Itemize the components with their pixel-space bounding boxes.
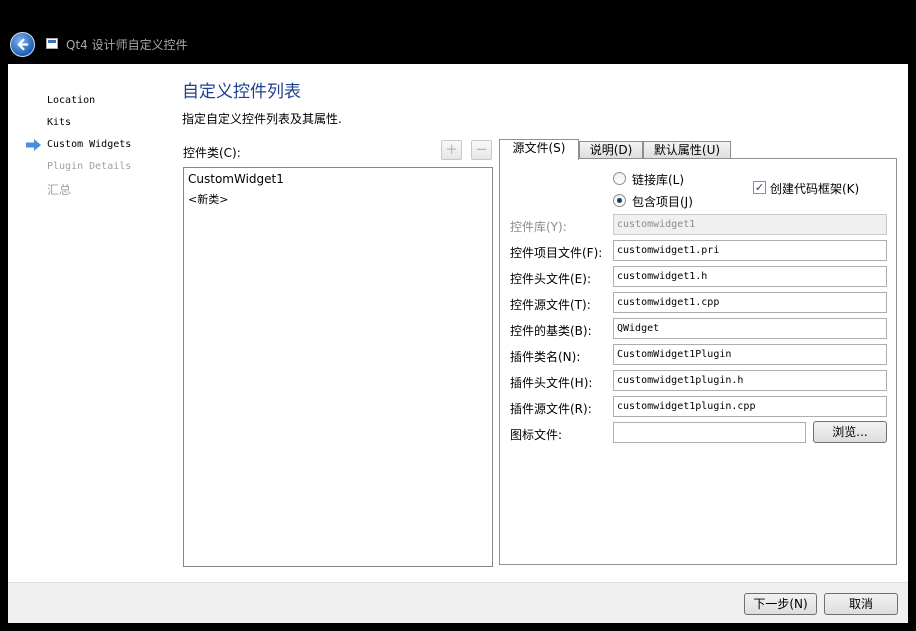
wizard-content: Location Kits Custom Widgets Plugin Deta… <box>8 64 908 582</box>
next-button[interactable]: 下一步(N) <box>744 593 817 615</box>
wizard-steps: Location Kits Custom Widgets Plugin Deta… <box>8 64 168 582</box>
create-skeleton-checkbox[interactable]: ✓ <box>753 181 766 194</box>
window-app-icon <box>46 38 58 49</box>
plugin-class-name-label: 插件类名(N): <box>510 350 581 364</box>
link-library-label: 链接库(L) <box>632 173 685 187</box>
step-custom-widgets: Custom Widgets <box>47 139 132 150</box>
cancel-button[interactable]: 取消 <box>824 593 898 615</box>
link-library-radio[interactable] <box>613 172 626 185</box>
widget-class-label: 控件类(C): <box>183 146 241 160</box>
source-files-panel: 链接库(L) 包含项目(J) ✓ 创建代码框架(K) 控件库(Y): custo… <box>499 158 897 565</box>
step-kits: Kits <box>47 117 72 128</box>
widget-library-field: customwidget1 <box>613 214 887 235</box>
widget-base-class-field[interactable]: QWidget <box>613 318 887 339</box>
plugin-header-file-label: 插件头文件(H): <box>510 376 593 390</box>
plugin-header-file-field[interactable]: customwidget1plugin.h <box>613 370 887 391</box>
widget-project-file-field[interactable]: customwidget1.pri <box>613 240 887 261</box>
widget-base-class-label: 控件的基类(B): <box>510 324 592 338</box>
browse-button[interactable]: 浏览... <box>813 421 887 443</box>
tab-default-property[interactable]: 默认属性(U) <box>643 141 731 159</box>
plugin-source-file-field[interactable]: customwidget1plugin.cpp <box>613 396 887 417</box>
page-subtitle: 指定自定义控件列表及其属性. <box>182 112 342 126</box>
widget-header-file-label: 控件头文件(E): <box>510 272 591 286</box>
title-bar: Qt4 设计师自定义控件 <box>0 0 916 64</box>
window-title: Qt4 设计师自定义控件 <box>66 38 188 52</box>
add-class-button[interactable]: + <box>441 140 462 160</box>
tab-description[interactable]: 说明(D) <box>579 141 643 159</box>
step-summary: 汇总 <box>47 183 72 197</box>
step-location: Location <box>47 95 96 106</box>
list-item[interactable]: <新类> <box>188 191 228 207</box>
create-skeleton-label: 创建代码框架(K) <box>770 182 860 196</box>
wizard-footer: 下一步(N) 取消 <box>8 582 908 623</box>
step-plugin-details: Plugin Details <box>47 161 132 172</box>
page-title: 自定义控件列表 <box>182 82 301 102</box>
plugin-class-name-field[interactable]: CustomWidget1Plugin <box>613 344 887 365</box>
plugin-source-file-label: 插件源文件(R): <box>510 402 592 416</box>
list-item[interactable]: CustomWidget1 <box>188 172 284 186</box>
include-project-radio[interactable] <box>613 194 626 207</box>
current-step-arrow-icon <box>26 139 41 151</box>
widget-class-list[interactable]: CustomWidget1 <新类> <box>183 167 493 567</box>
widget-project-file-label: 控件项目文件(F): <box>510 246 603 260</box>
widget-source-file-label: 控件源文件(T): <box>510 298 591 312</box>
arrow-left-icon <box>17 38 29 51</box>
icon-file-field[interactable] <box>613 422 806 443</box>
widget-source-file-field[interactable]: customwidget1.cpp <box>613 292 887 313</box>
include-project-label: 包含项目(J) <box>632 195 693 209</box>
tab-source-files[interactable]: 源文件(S) <box>499 139 579 160</box>
widget-library-label: 控件库(Y): <box>510 220 567 234</box>
widget-header-file-field[interactable]: customwidget1.h <box>613 266 887 287</box>
remove-class-button[interactable]: − <box>471 140 492 160</box>
back-button[interactable] <box>10 32 35 57</box>
icon-file-label: 图标文件: <box>510 428 563 442</box>
